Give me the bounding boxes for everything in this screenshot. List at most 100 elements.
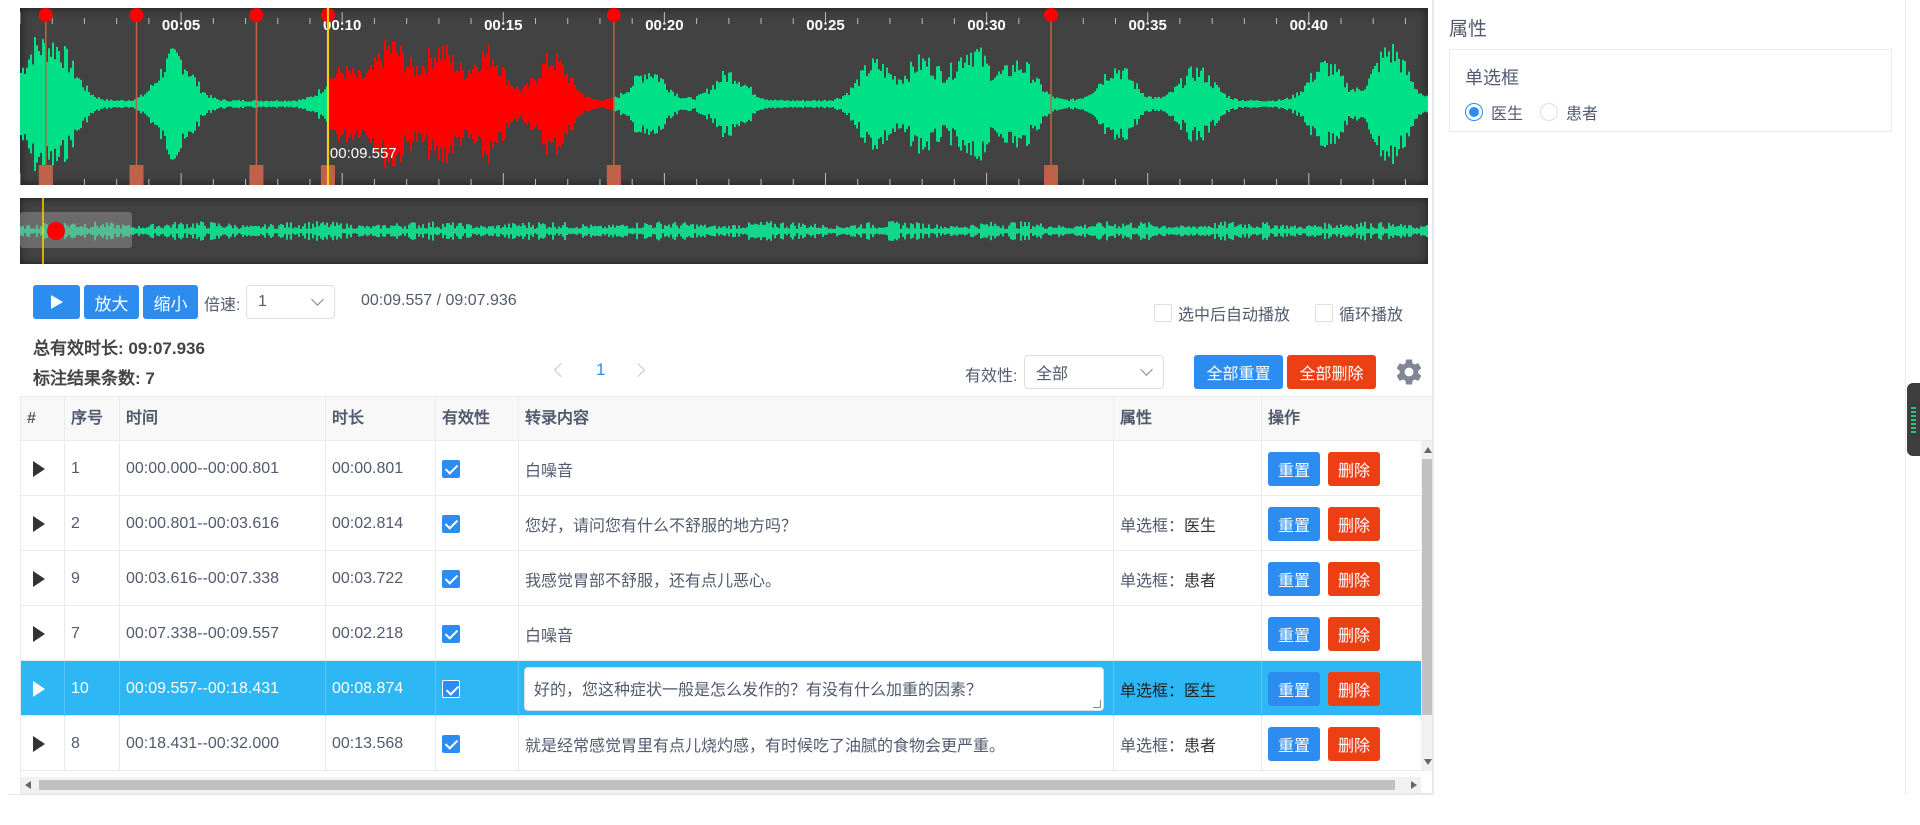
validity-checkbox[interactable] — [442, 569, 460, 588]
scroll-down-icon[interactable] — [1424, 759, 1432, 765]
region-boundary-handle[interactable] — [249, 165, 264, 185]
validity-checkbox[interactable] — [442, 734, 460, 753]
row-transcript[interactable]: 就是经常感觉胃里有点儿烧灼感，有时候吃了油腻的食物会更严重。 — [519, 716, 1114, 771]
region-boundary-marker[interactable] — [249, 8, 264, 22]
region-boundary-handle[interactable] — [38, 165, 53, 185]
row-delete-button[interactable]: 删除 — [1328, 561, 1381, 596]
region-boundary-marker[interactable] — [129, 8, 144, 22]
table-row[interactable]: 2 00:00.801--00:03.616 00:02.814 您好，请问您有… — [21, 496, 1421, 551]
row-reset-button[interactable]: 重置 — [1268, 726, 1321, 761]
loop-checkbox[interactable]: 循环播放 — [1315, 301, 1403, 325]
speed-select[interactable]: 1 — [246, 285, 335, 319]
play-icon[interactable] — [33, 735, 45, 752]
validity-checkbox[interactable] — [442, 459, 460, 478]
validity-checkbox[interactable] — [442, 514, 460, 533]
table-row-selected[interactable]: 10 00:09.557--00:18.431 00:08.874 好的，您这种… — [21, 661, 1421, 716]
resize-handle-icon[interactable] — [1093, 699, 1101, 708]
row-reset-button[interactable]: 重置 — [1268, 671, 1321, 706]
minimap-sample — [1272, 228, 1274, 234]
row-transcript[interactable]: 我感觉胃部不舒服，还有点儿恶心。 — [519, 551, 1114, 606]
row-delete-button[interactable]: 删除 — [1328, 616, 1381, 651]
row-play[interactable] — [21, 606, 65, 661]
waveform-sample — [1114, 68, 1116, 140]
row-play[interactable] — [21, 441, 65, 496]
scroll-left-icon[interactable] — [25, 781, 31, 789]
radio-option-doctor[interactable]: 医生 — [1465, 100, 1523, 124]
play-button[interactable] — [33, 285, 80, 319]
row-delete-button[interactable]: 删除 — [1328, 506, 1381, 541]
minimap-canvas[interactable] — [20, 198, 1428, 264]
row-play[interactable] — [21, 661, 65, 716]
region-boundary-handle[interactable] — [606, 165, 621, 185]
scroll-up-icon[interactable] — [1424, 447, 1432, 453]
row-play[interactable] — [21, 496, 65, 551]
row-delete-button[interactable]: 删除 — [1328, 726, 1381, 761]
row-validity[interactable] — [436, 441, 519, 496]
row-play[interactable] — [21, 716, 65, 771]
validity-checkbox[interactable] — [442, 679, 460, 698]
autoplay-checkbox-box[interactable] — [1154, 304, 1172, 322]
row-delete-button[interactable]: 删除 — [1328, 671, 1381, 706]
chevron-left-icon[interactable] — [553, 362, 569, 378]
waveform-minimap[interactable] — [20, 198, 1428, 264]
row-reset-button[interactable]: 重置 — [1268, 451, 1321, 486]
edge-drawer-handle[interactable] — [1907, 383, 1920, 456]
play-icon[interactable] — [33, 570, 45, 587]
delete-all-button[interactable]: 全部删除 — [1287, 355, 1376, 389]
zoom-out-button[interactable]: 缩小 — [143, 285, 198, 319]
page-current[interactable]: 1 — [596, 360, 605, 380]
waveform-sample — [830, 100, 832, 108]
minimap-viewport[interactable] — [20, 212, 132, 248]
region-boundary-marker[interactable] — [606, 8, 621, 22]
table-row[interactable]: 7 00:07.338--00:09.557 00:02.218 白噪音 重置 … — [21, 606, 1421, 661]
radio-option-patient[interactable]: 患者 — [1540, 100, 1598, 124]
region-boundary-marker[interactable] — [38, 8, 53, 22]
radio-doctor-circle[interactable] — [1465, 103, 1483, 121]
table-row[interactable]: 9 00:03.616--00:07.338 00:03.722 我感觉胃部不舒… — [21, 551, 1421, 606]
play-icon[interactable] — [33, 625, 45, 642]
region-boundary-marker[interactable] — [1044, 8, 1059, 22]
play-icon[interactable] — [33, 460, 45, 477]
row-reset-button[interactable]: 重置 — [1268, 561, 1321, 596]
row-transcript[interactable]: 白噪音 — [519, 441, 1114, 496]
row-validity[interactable] — [436, 496, 519, 551]
horizontal-scroll-thumb[interactable] — [39, 780, 1395, 790]
play-icon[interactable] — [33, 515, 45, 532]
zoom-in-button[interactable]: 放大 — [84, 285, 139, 319]
table-horizontal-scrollbar[interactable] — [21, 777, 1421, 793]
table-row[interactable]: 1 00:00.000--00:00.801 00:00.801 白噪音 重置 … — [21, 441, 1421, 496]
waveform-sample — [252, 100, 254, 108]
region-boundary-handle[interactable] — [129, 165, 144, 185]
play-icon[interactable] — [33, 680, 45, 697]
row-validity[interactable] — [436, 606, 519, 661]
validity-checkbox[interactable] — [442, 624, 460, 643]
radio-patient-circle[interactable] — [1540, 103, 1558, 121]
region-boundary-handle[interactable] — [1044, 165, 1059, 185]
row-delete-button[interactable]: 删除 — [1328, 451, 1381, 486]
row-play[interactable] — [21, 551, 65, 606]
autoplay-label: 选中后自动播放 — [1178, 307, 1291, 324]
row-reset-button[interactable]: 重置 — [1268, 506, 1321, 541]
scroll-right-icon[interactable] — [1411, 781, 1417, 789]
waveform-canvas[interactable]: 00:05 00:10 00:15 00:20 00:25 00:30 00:35 00:40… — [20, 8, 1428, 185]
waveform-sample — [664, 83, 666, 125]
row-transcript[interactable]: 您好，请问您有什么不舒服的地方吗？ — [519, 496, 1114, 551]
vertical-scroll-thumb[interactable] — [1422, 459, 1432, 715]
table-row[interactable]: 8 00:18.431--00:32.000 00:13.568 就是经常感觉胃… — [21, 716, 1421, 771]
chevron-right-icon[interactable] — [631, 362, 646, 378]
row-reset-button[interactable]: 重置 — [1268, 616, 1321, 651]
settings-button[interactable] — [1394, 357, 1424, 387]
row-transcript[interactable]: 白噪音 — [519, 606, 1114, 661]
validity-filter-select[interactable]: 全部 — [1024, 355, 1164, 389]
reset-all-button[interactable]: 全部重置 — [1194, 355, 1283, 389]
minimap-sample — [1212, 228, 1214, 234]
waveform-main[interactable]: 00:05 00:10 00:15 00:20 00:25 00:30 00:35 00:40… — [20, 8, 1428, 185]
row-validity[interactable] — [436, 661, 519, 716]
waveform-sample — [944, 82, 946, 126]
transcript-textarea[interactable]: 好的，您这种症状一般是怎么发作的？有没有什么加重的因素？ — [524, 666, 1104, 711]
loop-checkbox-box[interactable] — [1315, 304, 1333, 322]
row-validity[interactable] — [436, 551, 519, 606]
autoplay-checkbox[interactable]: 选中后自动播放 — [1154, 301, 1290, 325]
row-validity[interactable] — [436, 716, 519, 771]
table-vertical-scrollbar[interactable] — [1421, 441, 1432, 771]
